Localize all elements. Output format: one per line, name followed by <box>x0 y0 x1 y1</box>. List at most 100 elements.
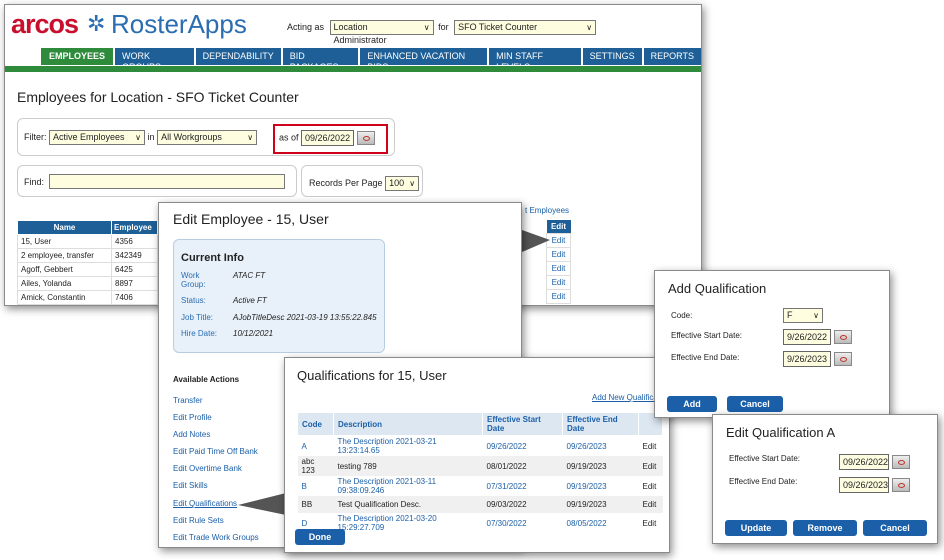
cell-id: 6425 <box>111 262 158 277</box>
end-date-input[interactable]: 09/26/2023 <box>839 477 889 493</box>
cell-code: BB <box>301 500 313 509</box>
edit-link[interactable]: Edit <box>639 476 663 496</box>
location-select[interactable]: SFO Ticket Counter ∨ <box>454 20 597 35</box>
cell-code: A <box>301 441 307 451</box>
as-of-label: as of <box>279 132 299 143</box>
as-of-row: as of 09/26/2022 <box>279 130 376 146</box>
table-row[interactable]: A The Description 2021-03-21 13:23:14.65 0… <box>298 436 663 457</box>
table-row[interactable]: 2 employee, transfer 342349 <box>17 248 158 263</box>
col-code[interactable]: Code <box>297 412 334 436</box>
calendar-icon[interactable] <box>357 131 376 145</box>
edit-employee-title: Edit Employee - 15, User <box>173 211 329 227</box>
col-description[interactable]: Description <box>333 412 483 436</box>
calendar-icon[interactable] <box>834 352 852 366</box>
find-label: Find: <box>24 177 45 187</box>
table-row[interactable]: Ailes, Yolanda 8897 <box>17 276 158 291</box>
records-label: Records Per Page <box>309 177 383 188</box>
location-value: SFO Ticket Counter <box>458 22 538 32</box>
logo: arcos <box>11 9 79 39</box>
start-date-input[interactable]: 9/26/2022 <box>783 329 831 345</box>
cell-code: B <box>301 481 307 491</box>
records-row: Records Per Page 100 ∨ <box>309 176 420 191</box>
calendar-icon[interactable] <box>892 455 910 469</box>
edit-link[interactable]: Edit <box>639 496 663 513</box>
table-row[interactable]: 15, User 4356 <box>17 234 158 249</box>
tab-settings[interactable]: SETTINGS <box>582 48 642 65</box>
add-button[interactable]: Add <box>667 396 717 412</box>
action-edit-pto-bank[interactable]: Edit Paid Time Off Bank <box>173 447 258 456</box>
cancel-button[interactable]: Cancel <box>863 520 927 536</box>
cancel-button[interactable]: Cancel <box>727 396 783 412</box>
cell-desc: testing 789 <box>337 461 377 471</box>
action-edit-skills[interactable]: Edit Skills <box>173 481 208 490</box>
action-edit-rule-sets[interactable]: Edit Rule Sets <box>173 516 224 525</box>
col-end[interactable]: Effective End Date <box>562 412 639 436</box>
action-edit-qualifications[interactable]: Edit Qualifications <box>173 499 237 508</box>
as-of-date-input[interactable]: 09/26/2022 <box>301 130 355 146</box>
table-row[interactable]: B The Description 2021-03-11 09:38:09.246… <box>298 476 663 496</box>
info-value: 10/12/2021 <box>233 329 274 338</box>
remove-button[interactable]: Remove <box>793 520 857 536</box>
calendar-icon[interactable] <box>834 330 852 344</box>
tab-min-staff-levels[interactable]: MIN STAFF LEVELS <box>489 48 581 72</box>
edit-link[interactable]: Edit <box>639 436 663 457</box>
edit-link[interactable]: Edit <box>639 456 663 476</box>
tab-reports[interactable]: REPORTS <box>643 48 702 65</box>
chevron-down-icon: ∨ <box>813 311 819 320</box>
start-date-input[interactable]: 09/26/2022 <box>839 454 889 470</box>
table-row[interactable]: abc 123 testing 789 08/01/2022 09/19/2023 Ed… <box>297 456 663 476</box>
filter-row: Filter: Active Employees ∨ in All Workgro… <box>24 130 258 145</box>
edit-link[interactable]: Edit <box>546 275 571 290</box>
action-edit-overtime-bank[interactable]: Edit Overtime Bank <box>173 464 242 473</box>
col-employee[interactable]: Employee <box>111 220 158 235</box>
workgroup-value: All Workgroups <box>161 132 222 142</box>
col-name[interactable]: Name <box>17 220 112 235</box>
update-button[interactable]: Update <box>725 520 787 536</box>
filter-label: Filter: <box>24 131 47 142</box>
action-edit-profile[interactable]: Edit Profile <box>173 413 212 422</box>
cell-name: Ailes, Yolanda <box>17 276 112 291</box>
tab-enhanced-vacation-bids[interactable]: ENHANCED VACATION BIDS <box>360 48 488 72</box>
tab-dependability[interactable]: DEPENDABILITY <box>195 48 281 65</box>
info-label: Work Group: <box>181 271 206 289</box>
callout-pointer <box>522 230 550 252</box>
role-select[interactable]: Location Administrator ∨ <box>329 20 434 45</box>
table-row[interactable]: D The Description 2021-03-20 15:29:27.709… <box>298 513 663 533</box>
action-transfer[interactable]: Transfer <box>173 396 203 405</box>
chevron-down-icon: ∨ <box>247 133 254 142</box>
done-button[interactable]: Done <box>295 529 345 545</box>
current-info-title: Current Info <box>181 252 244 264</box>
edit-link[interactable]: Edit <box>639 513 663 533</box>
end-date-group: 09/26/2023 <box>839 477 910 493</box>
chevron-down-icon: ∨ <box>586 23 593 32</box>
workgroup-select[interactable]: All Workgroups ∨ <box>157 130 258 145</box>
code-select[interactable]: F ∨ <box>783 308 823 323</box>
action-add-notes[interactable]: Add Notes <box>173 430 210 439</box>
cell-name: Amick, Constantin <box>17 290 112 305</box>
page-title: Employees for Location - SFO Ticket Coun… <box>17 89 299 105</box>
edit-qualification-window: Edit Qualification A Effective Start Dat… <box>712 414 938 544</box>
end-date-input[interactable]: 9/26/2023 <box>783 351 831 367</box>
filter-select[interactable]: Active Employees ∨ <box>49 130 146 145</box>
gear-icon: ✲ <box>87 11 106 36</box>
tab-bid-packages[interactable]: BID PACKAGES <box>282 48 359 72</box>
table-row[interactable]: Amick, Constantin 7406 <box>17 290 158 305</box>
add-new-qualification-link[interactable]: Add New Qualifica <box>592 393 658 402</box>
edit-link[interactable]: Edit <box>546 261 571 276</box>
tab-employees[interactable]: EMPLOYEES <box>41 48 114 65</box>
action-edit-trade-work-groups[interactable]: Edit Trade Work Groups <box>173 533 259 542</box>
table-row[interactable]: Agoff, Gebbert 6425 <box>17 262 158 277</box>
cell-id: 4356 <box>111 234 158 249</box>
info-value: ATAC FT <box>233 271 266 280</box>
cell-name: Agoff, Gebbert <box>17 262 112 277</box>
employees-link[interactable]: t Employees <box>525 206 569 215</box>
table-row[interactable]: BB Test Qualification Desc. 09/03/2022 09/1… <box>297 496 663 513</box>
find-input[interactable] <box>49 174 285 189</box>
records-select[interactable]: 100 ∨ <box>385 176 420 191</box>
chevron-down-icon: ∨ <box>423 23 430 32</box>
cell-end: 09/19/2023 <box>566 481 607 491</box>
edit-link[interactable]: Edit <box>546 289 571 304</box>
col-start[interactable]: Effective Start Date <box>482 412 563 436</box>
calendar-icon[interactable] <box>892 478 910 492</box>
tab-work-groups[interactable]: WORK GROUPS <box>115 48 194 72</box>
